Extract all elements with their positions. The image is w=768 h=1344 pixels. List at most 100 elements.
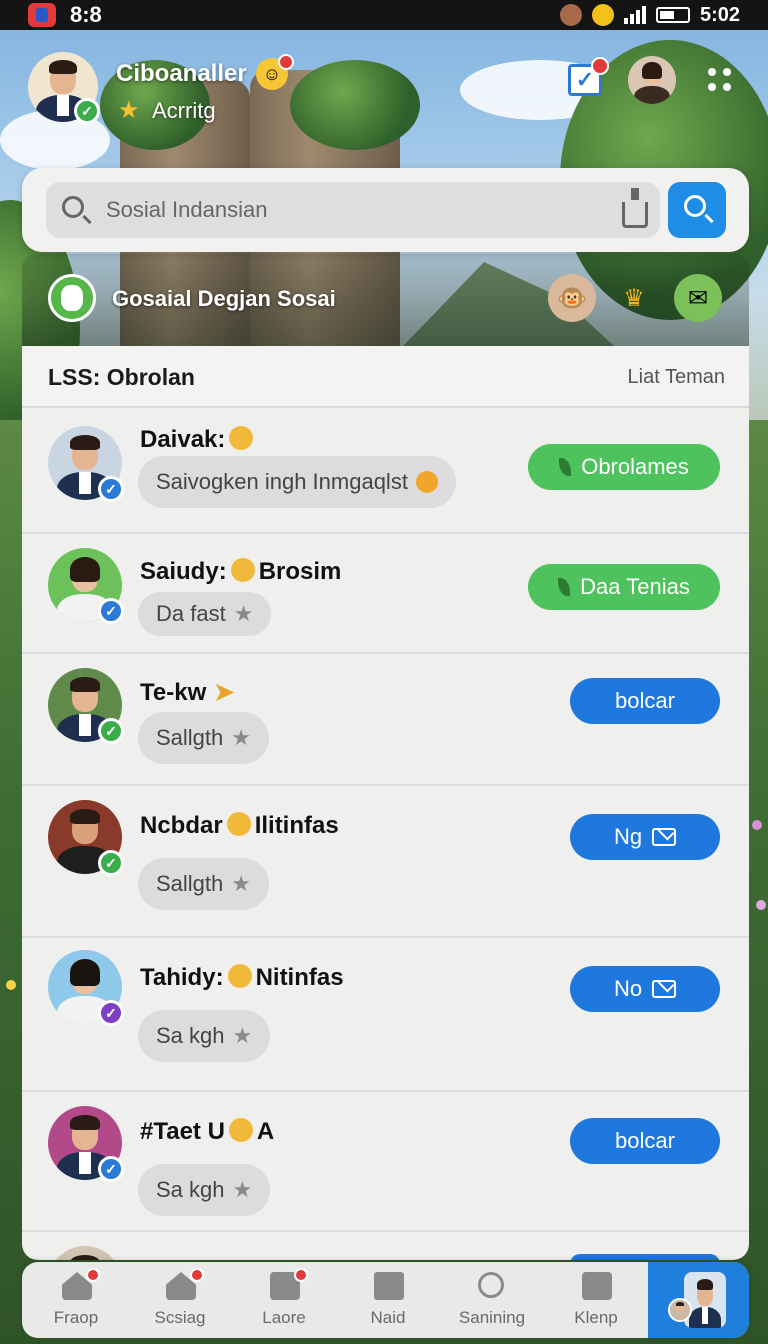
contact-avatar[interactable] (48, 1246, 122, 1260)
group-icon (582, 1272, 612, 1300)
group-mascot-icon (48, 274, 96, 322)
arrow-icon: ➤ (214, 679, 235, 706)
chat-row[interactable]: ✓ Saiudy: Brosim Da fast ★ Daa Tenias (22, 534, 749, 654)
chat-action-button[interactable]: No (570, 966, 720, 1012)
app-logo-icon (28, 3, 56, 27)
chat-row[interactable]: ✓ Ncbdar Ilitinfas Sallgth ★ Ng (22, 786, 749, 938)
profile-status: Acrritg (152, 98, 216, 123)
chat-action-button[interactable]: Ng (570, 814, 720, 860)
battery-icon (655, 7, 690, 23)
contact-avatar[interactable]: ✓ (48, 548, 124, 624)
profile-name: Ciboanaller (116, 60, 247, 87)
star-icon: ★ (118, 97, 140, 124)
contact-avatar[interactable]: ✓ (48, 426, 124, 502)
signal-icon (623, 6, 646, 24)
flower (6, 980, 16, 990)
contact-avatar[interactable]: ✓ (48, 1106, 124, 1182)
search-icon (684, 195, 706, 217)
contact-avatar[interactable]: ✓ (48, 950, 124, 1026)
star-icon: ★ (232, 1177, 253, 1202)
envelope-icon[interactable]: ✉ (674, 274, 722, 322)
notification-dot (190, 1268, 204, 1282)
chat-row[interactable]: ✓ #Taet UA Sa kgh ★ bolcar (22, 1092, 749, 1232)
nav-item-sanining[interactable]: Sanining (440, 1262, 544, 1338)
search-input[interactable] (106, 192, 586, 228)
search-icon (478, 1272, 504, 1298)
contact-name: Ncbdar Ilitinfas (140, 812, 339, 839)
nav-item-scsiag[interactable]: Scsiag (128, 1262, 232, 1338)
contact-name: Te-kw ➤ (140, 679, 235, 706)
chat-row[interactable]: ✓ Daivak: Saivogken ingh Inmgaqlst Obrol… (22, 408, 749, 534)
contact-name: Daivak: (140, 426, 257, 454)
message-icon (652, 980, 677, 998)
see-friends-link[interactable]: Liat Teman (628, 366, 725, 389)
message-preview: Saivogken ingh Inmgaqlst (138, 456, 456, 508)
nav-item-laore[interactable]: Laore (232, 1262, 336, 1338)
notification-icon (559, 4, 582, 26)
leaf-icon (558, 578, 571, 596)
verified-check-icon: ✓ (98, 850, 124, 876)
search-icon (62, 196, 84, 218)
notification-dot (294, 1268, 308, 1282)
nav-item-fraop[interactable]: Fraop (24, 1262, 128, 1338)
verified-check-icon: ✓ (98, 1000, 124, 1026)
flower (756, 900, 766, 910)
contact-name: Saiudy: Brosim (140, 558, 342, 585)
profile-header: ✓ Ciboanaller ☺ ★ Acrritg ✓ (28, 52, 748, 132)
message-icon (652, 828, 677, 846)
user-avatar[interactable]: ✓ (28, 52, 100, 124)
chat-row[interactable]: ✓ Tahidy: Nitinfas Sa kgh ★ No (22, 938, 749, 1092)
star-icon: ★ (231, 725, 252, 750)
nav-label: Klenp (574, 1308, 618, 1327)
contact-name: Tahidy: Nitinfas (140, 964, 344, 991)
nav-label: Fraop (53, 1308, 99, 1327)
menu-grid-icon[interactable] (708, 68, 732, 92)
list-title: LSS: Obrolan (48, 364, 195, 390)
chat-list-panel: LSS: Obrolan Liat Teman ✓ Daivak: Saivog… (22, 346, 749, 1260)
nav-item-profile[interactable] (648, 1262, 749, 1338)
nav-label: Laore (262, 1308, 306, 1327)
chat-action-button[interactable]: Daa Tenias (528, 564, 720, 610)
search-box (46, 182, 660, 238)
verified-check-icon: ✓ (98, 718, 124, 744)
contact-avatar[interactable]: ✓ (48, 668, 124, 744)
mail-icon (374, 1272, 404, 1300)
verified-check-icon: ✓ (98, 1156, 124, 1182)
chat-action-button[interactable]: bolcar (570, 1118, 720, 1164)
flower (752, 820, 762, 830)
message-preview: Sallgth ★ (138, 712, 270, 764)
status-time: 8:8 (70, 2, 102, 27)
chat-action-button[interactable] (570, 1254, 720, 1260)
search-button[interactable] (668, 182, 726, 238)
share-icon[interactable] (622, 188, 648, 228)
notification-dot (86, 1268, 100, 1282)
nav-label: Sanining (458, 1308, 526, 1327)
heart-icon (229, 426, 254, 450)
contact-avatar[interactable]: ✓ (48, 800, 124, 876)
status-clock: 5:02 (699, 3, 740, 26)
group-title: Gosaial Degjan Sosai (112, 286, 336, 311)
mascot-icon[interactable]: 🐵 (548, 274, 596, 322)
nav-item-klenp[interactable]: Klenp (544, 1262, 648, 1338)
chat-row[interactable]: ✓ Te-kw ➤ Sallgth ★ bolcar (22, 654, 749, 786)
heart-icon (226, 812, 251, 836)
verified-check-icon: ✓ (98, 598, 124, 624)
star-icon: ★ (233, 601, 254, 626)
smile-emoji-icon[interactable]: ☺ (256, 54, 294, 90)
peer-avatar[interactable] (628, 56, 676, 104)
leaf-icon (559, 458, 572, 476)
tasks-check-icon[interactable]: ✓ (568, 57, 609, 96)
nav-item-naid[interactable]: Naid (336, 1262, 440, 1338)
star-icon: ★ (231, 871, 252, 896)
crown-icon[interactable]: ♛ (610, 274, 658, 322)
coin-icon (591, 4, 614, 26)
message-preview: Sa kgh ★ (138, 1010, 271, 1062)
nav-label: Scsiag (154, 1308, 206, 1327)
bottom-nav: Fraop Scsiag Laore Naid Sanining Klenp (22, 1262, 749, 1338)
list-header: LSS: Obrolan Liat Teman (22, 346, 749, 408)
chat-action-button[interactable]: Obrolames (528, 444, 720, 490)
chat-action-button[interactable]: bolcar (570, 678, 720, 724)
message-preview: Sa kgh ★ (138, 1164, 271, 1216)
search-card (22, 168, 749, 252)
chat-row[interactable] (22, 1232, 749, 1260)
